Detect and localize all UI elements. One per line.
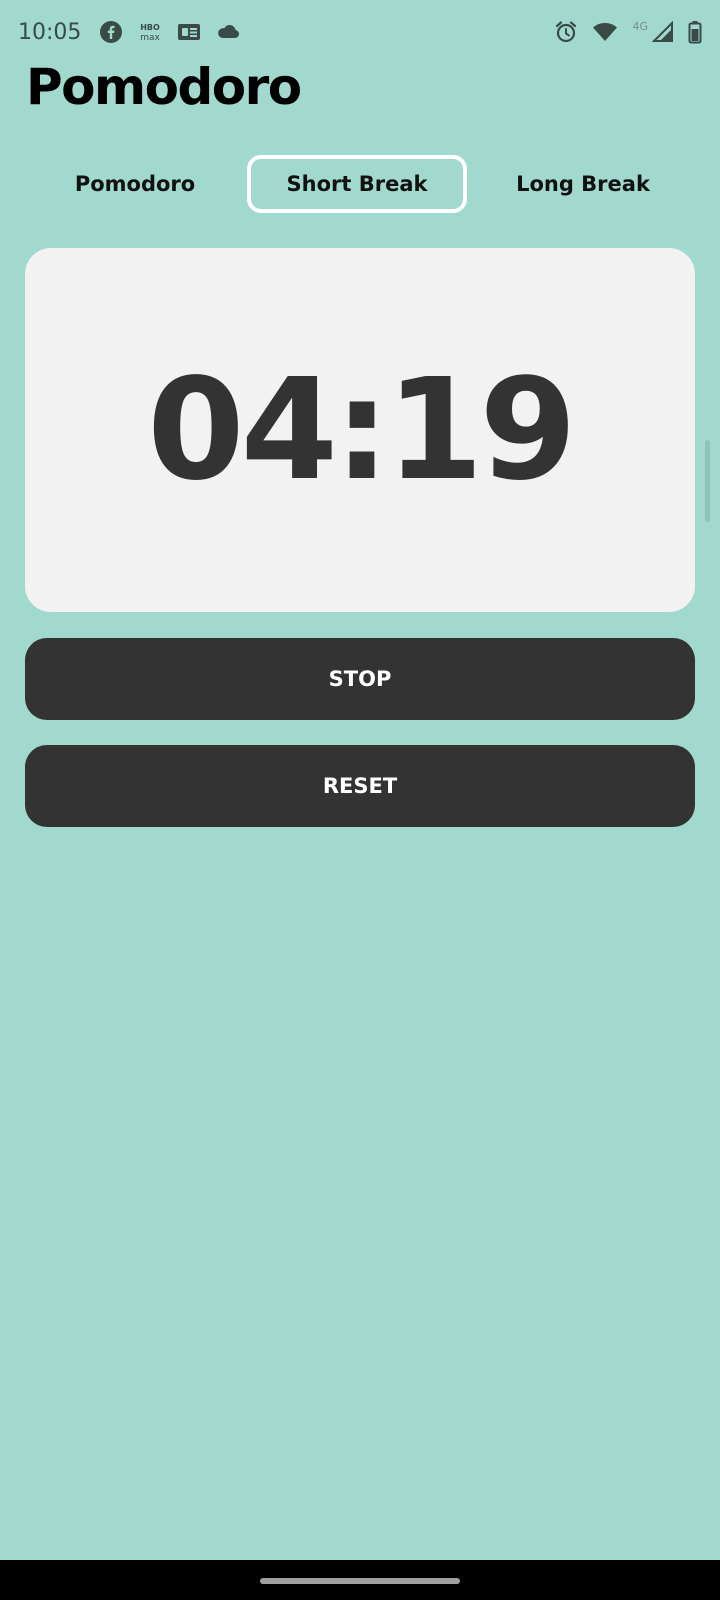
page-title: Pomodoro [26,58,302,116]
tab-pomodoro[interactable]: Pomodoro [30,155,240,213]
tab-long-break[interactable]: Long Break [473,155,693,213]
battery-icon [688,20,702,44]
cloud-icon [215,21,241,43]
status-bar-right: 4G [554,20,702,44]
mode-tabs: Pomodoro Short Break Long Break [26,155,694,213]
cellular-signal-icon [652,21,674,43]
navigation-bar [0,1560,720,1600]
status-bar-left: 10:05 HBO max [18,20,241,45]
stop-button[interactable]: STOP [25,638,695,720]
reset-button[interactable]: RESET [25,745,695,827]
status-time: 10:05 [18,19,82,45]
hbo-max-icon: HBO max [137,21,163,43]
stop-button-label: STOP [328,667,392,691]
timer-display: 04:19 [147,348,577,512]
wifi-icon [592,21,618,43]
pomodoro-screen: 10:05 HBO max 4G Pomodoro Pomodoro Short… [0,0,720,1600]
scrollbar[interactable] [705,440,710,522]
hbo-max-label-bottom: max [141,33,161,43]
google-news-icon [177,21,201,43]
hbo-max-label-top: HBO [141,23,161,32]
alarm-icon [554,20,578,44]
reset-button-label: RESET [322,774,398,798]
network-type-label: 4G [632,19,648,33]
tab-short-break[interactable]: Short Break [247,155,467,213]
home-indicator[interactable] [260,1578,460,1584]
status-bar: 10:05 HBO max 4G [0,0,720,64]
timer-card: 04:19 [25,248,695,612]
facebook-icon [99,20,123,44]
